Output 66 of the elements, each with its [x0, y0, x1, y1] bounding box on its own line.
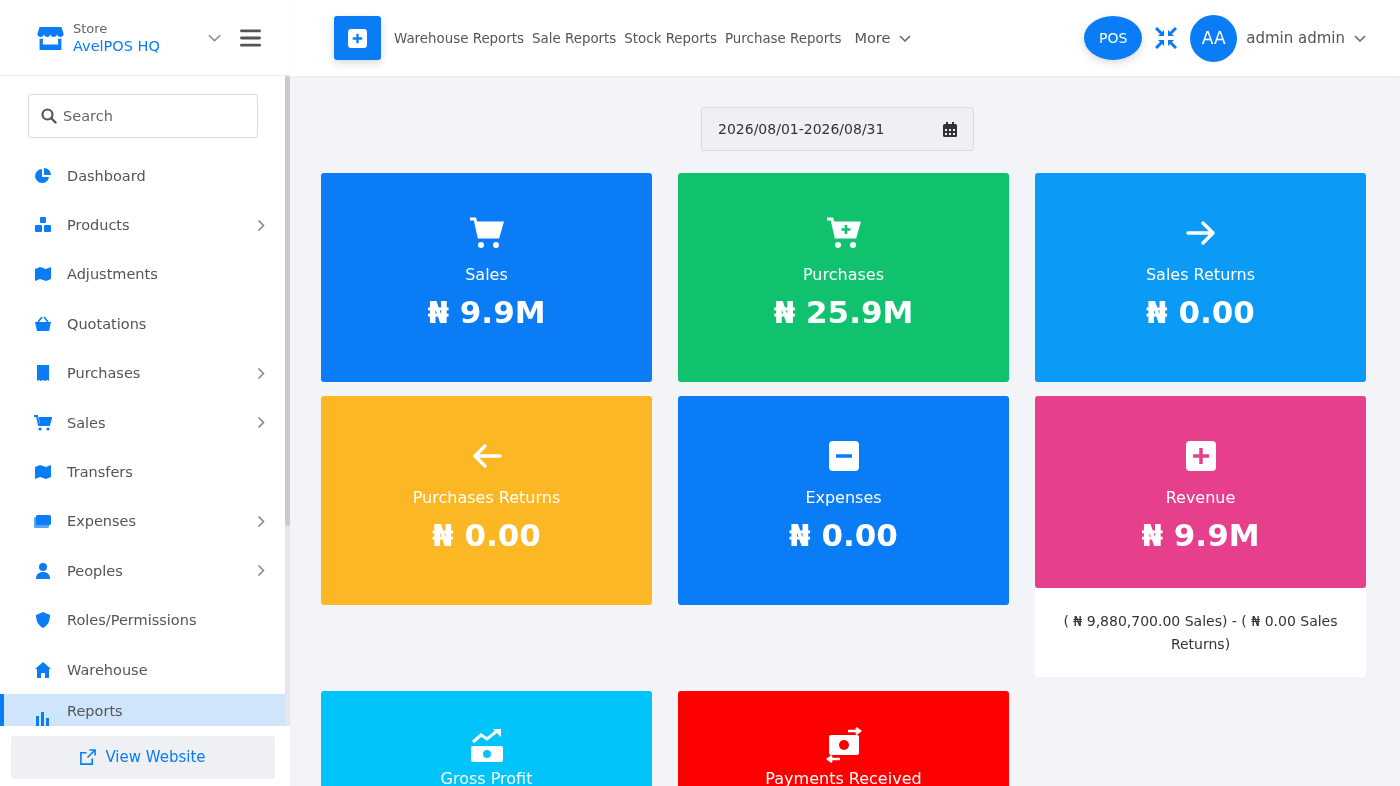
sidebar-item[interactable]: Transfers: [0, 447, 285, 497]
nav-link[interactable]: Sale Reports: [532, 30, 617, 46]
user-name[interactable]: admin admin: [1246, 29, 1345, 47]
external-link-icon: [79, 748, 97, 766]
cart-icon: [468, 215, 505, 251]
card-title: Expenses: [805, 488, 882, 507]
user-avatar[interactable]: AA: [1190, 14, 1238, 62]
card-value: ₦ 0.00: [432, 517, 541, 553]
card-value: ₦ 9.9M: [1141, 517, 1260, 553]
sidebar-item[interactable]: Expenses: [0, 496, 285, 547]
nav-link[interactable]: Stock Reports: [624, 30, 718, 46]
card-title: Sales: [465, 265, 508, 284]
sidebar-item[interactable]: Roles/Permissions: [0, 595, 285, 645]
menu-icon[interactable]: [240, 28, 261, 47]
card-value: ₦ 25.9M: [773, 294, 914, 330]
sidebar-item[interactable]: Quotations: [0, 299, 285, 349]
date-range-field[interactable]: 2026/08/01-2026/08/31: [701, 107, 974, 151]
plus-icon: [348, 28, 367, 48]
sidebar-item[interactable]: Sales: [0, 397, 285, 448]
cart-icon: [34, 413, 52, 432]
card-title: Sales Returns: [1145, 265, 1256, 284]
search-icon: [41, 108, 57, 124]
compress-icon[interactable]: [1155, 27, 1178, 49]
sidebar-item[interactable]: Reports: [0, 694, 285, 726]
card-title: Gross Profit: [440, 769, 533, 786]
sidebar-item[interactable]: Warehouse: [0, 644, 285, 695]
store-icon: [37, 25, 64, 50]
boxes-icon: [34, 216, 52, 235]
card-title: Revenue: [1165, 488, 1236, 507]
money-exchange-icon: [825, 727, 862, 763]
add-button[interactable]: [334, 16, 381, 60]
person-icon: [34, 561, 52, 580]
pos-button[interactable]: POS: [1084, 16, 1143, 60]
view-website-link[interactable]: View Website: [10, 735, 275, 779]
cart-plus-icon: [825, 215, 862, 251]
card-title: Purchases: [803, 265, 884, 284]
card-value: ₦ 0.00: [1146, 294, 1255, 330]
card-value: ₦ 0.00: [789, 517, 898, 553]
money-icon: [34, 512, 52, 531]
map-icon: [34, 463, 52, 482]
store-name[interactable]: AvelPOS HQ: [73, 38, 200, 54]
pie-chart-icon: [34, 166, 52, 185]
more-menu[interactable]: More: [854, 30, 912, 46]
sidebar-item[interactable]: Peoples: [0, 546, 285, 596]
bar-chart-icon: [34, 710, 52, 726]
map-icon: [34, 265, 52, 284]
sidebar-item[interactable]: Purchases: [0, 348, 285, 398]
nav-link[interactable]: Purchase Reports: [725, 30, 842, 46]
nav-link[interactable]: Warehouse Reports: [394, 30, 525, 46]
revenue-note: ( ₦ 9,880,700.00 Sales) - ( ₦ 0.00 Sales Returns): [1062, 611, 1339, 654]
basket-icon: [34, 314, 52, 333]
calendar-icon: [943, 121, 957, 137]
chevron-down-icon: [899, 34, 912, 42]
sidebar-item[interactable]: Products: [0, 200, 285, 250]
store-label: Store: [73, 21, 109, 36]
chevron-down-icon[interactable]: [1354, 34, 1366, 42]
card-value: ₦ 9.9M: [427, 294, 546, 330]
receipt-icon: [34, 364, 52, 383]
house-icon: [34, 660, 52, 679]
shield-icon: [34, 611, 52, 630]
chevron-down-icon[interactable]: [208, 33, 221, 42]
sidebar-item[interactable]: Dashboard: [0, 151, 285, 201]
money-chart-icon: [468, 727, 505, 763]
card-title: Purchases Returns: [412, 488, 561, 507]
sidebar-item[interactable]: Adjustments: [0, 249, 285, 300]
search-field[interactable]: Search: [28, 94, 258, 138]
